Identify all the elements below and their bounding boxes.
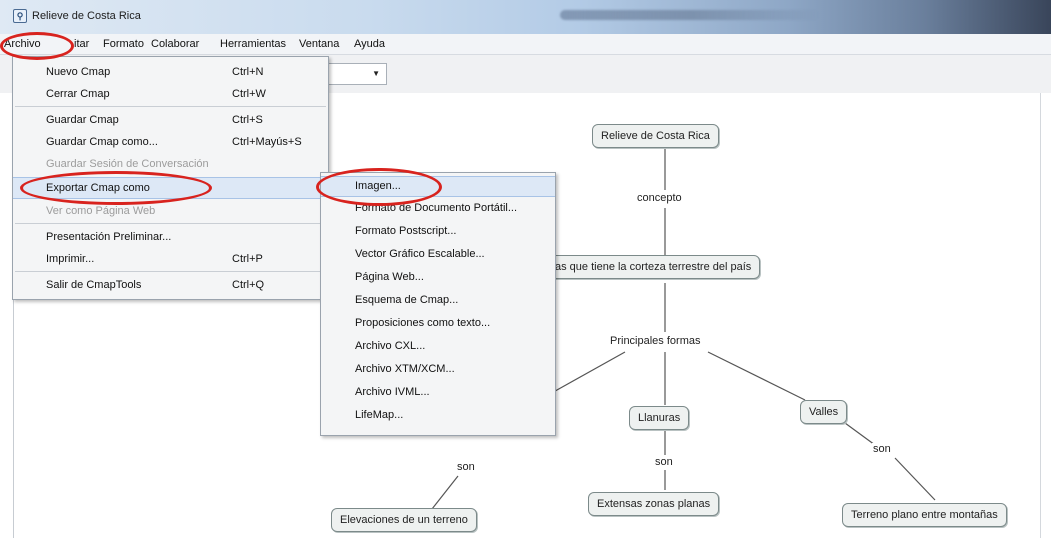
menu-item-salir[interactable]: Salir de CmapTools Ctrl+Q bbox=[13, 274, 328, 296]
submenu-item-xtm[interactable]: Archivo XTM/XCM... bbox=[321, 359, 555, 380]
concept-terreno-plano[interactable]: Terreno plano entre montañas bbox=[842, 503, 1007, 527]
line-son1-elevaciones bbox=[431, 475, 459, 510]
menu-item-imprimir[interactable]: Imprimir... Ctrl+P bbox=[13, 248, 328, 270]
menu-item-guardar-cmap-como[interactable]: Guardar Cmap como... Ctrl+Mayús+S bbox=[13, 131, 328, 153]
annotation-ring-imagen bbox=[316, 168, 442, 206]
line-principales-valles bbox=[707, 351, 806, 401]
submenu-item-ivml[interactable]: Archivo IVML... bbox=[321, 382, 555, 403]
concept-llanuras[interactable]: Llanuras bbox=[629, 406, 690, 430]
line-valles-son3 bbox=[844, 422, 876, 446]
submenu-item-lifemap[interactable]: LifeMap... bbox=[321, 405, 555, 426]
link-label-principales-formas[interactable]: Principales formas bbox=[609, 335, 702, 347]
menu-item-presentacion-preliminar[interactable]: Presentación Preliminar... bbox=[13, 226, 328, 248]
menu-separator bbox=[15, 223, 326, 224]
menu-item-guardar-sesion: Guardar Sesión de Conversación bbox=[46, 158, 209, 170]
concept-extensas-zonas-planas[interactable]: Extensas zonas planas bbox=[588, 492, 720, 516]
submenu-item-postscript[interactable]: Formato Postscript... bbox=[321, 221, 555, 242]
menu-item-nuevo-cmap[interactable]: Nuevo Cmap Ctrl+N bbox=[13, 61, 328, 83]
link-label-son-3[interactable]: son bbox=[872, 443, 892, 455]
submenu-item-esquema[interactable]: Esquema de Cmap... bbox=[321, 290, 555, 311]
concept-definicion[interactable]: as que tiene la corteza terrestre del pa… bbox=[540, 255, 761, 279]
submenu-item-svg[interactable]: Vector Gráfico Escalable... bbox=[321, 244, 555, 265]
concept-elevaciones[interactable]: Elevaciones de un terreno bbox=[331, 508, 477, 532]
concept-valles[interactable]: Valles bbox=[800, 400, 848, 424]
menu-separator bbox=[15, 106, 326, 107]
link-label-son-1[interactable]: son bbox=[456, 461, 476, 473]
annotation-ring-exportar bbox=[20, 171, 212, 205]
export-submenu: Imagen... Formato de Documento Portátil.… bbox=[320, 172, 556, 436]
menu-item-cerrar-cmap[interactable]: Cerrar Cmap Ctrl+W bbox=[13, 83, 328, 105]
submenu-item-pagina-web[interactable]: Página Web... bbox=[321, 267, 555, 288]
line-son3-terreno bbox=[894, 457, 936, 501]
menu-separator bbox=[15, 271, 326, 272]
annotation-ring-archivo bbox=[0, 32, 74, 60]
menu-item-ver-pagina-web: Ver como Página Web bbox=[46, 205, 156, 217]
submenu-item-cxl[interactable]: Archivo CXL... bbox=[321, 336, 555, 357]
line-principales-left bbox=[547, 351, 626, 396]
concept-relieve-de-costa-rica[interactable]: Relieve de Costa Rica bbox=[592, 124, 719, 148]
link-label-son-2[interactable]: son bbox=[654, 456, 674, 468]
link-label-concepto[interactable]: concepto bbox=[636, 192, 683, 204]
submenu-item-proposiciones[interactable]: Proposiciones como texto... bbox=[321, 313, 555, 334]
menu-item-guardar-cmap[interactable]: Guardar Cmap Ctrl+S bbox=[13, 109, 328, 131]
